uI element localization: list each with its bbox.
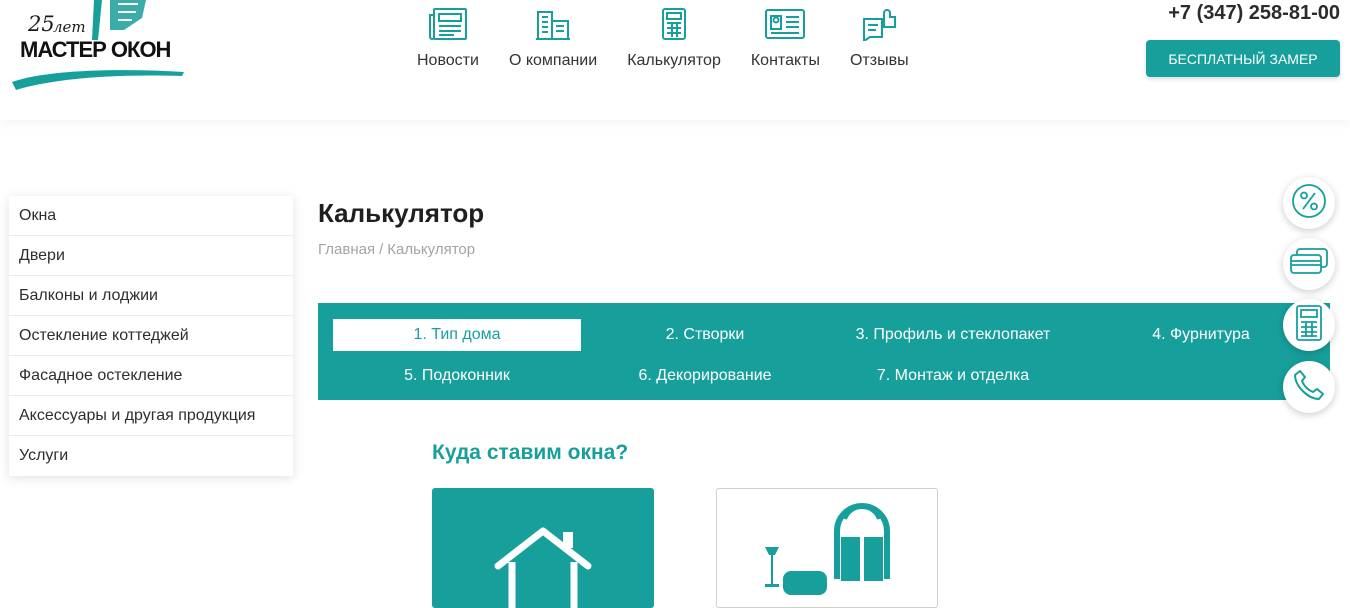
sidebar-item-doors[interactable]: Двери	[9, 236, 293, 276]
sidebar-item-services[interactable]: Услуги	[9, 436, 293, 476]
step-question: Куда ставим окна?	[432, 441, 629, 464]
percent-icon	[1291, 183, 1327, 224]
logo-name: МАСТЕР ОКОН	[20, 37, 171, 62]
nav-label-news: Новости	[417, 52, 479, 69]
sidebar-item-windows[interactable]: Окна	[9, 196, 293, 236]
sidebar-item-balconies[interactable]: Балконы и лоджии	[9, 276, 293, 316]
step-profile-glass[interactable]: 3. Профиль и стеклопакет	[829, 319, 1077, 351]
calculator-icon	[651, 4, 697, 44]
phone-icon	[1292, 368, 1326, 407]
discount-button[interactable]	[1283, 177, 1335, 229]
main-nav: Новости О компании Калькулятор Контакты …	[402, 4, 924, 70]
credit-card-icon	[1289, 247, 1329, 282]
logo-years-word: лет	[53, 18, 86, 36]
buildings-icon	[530, 4, 576, 44]
calculator-steps: 1. Тип дома 2. Створки 3. Профиль и стек…	[318, 303, 1330, 400]
company-logo[interactable]: 25 лет МАСТЕР ОКОН	[6, 0, 186, 95]
free-measurement-button[interactable]: БЕСПЛАТНЫЙ ЗАМЕР	[1146, 40, 1340, 77]
breadcrumb-separator: /	[379, 241, 384, 258]
category-sidebar: Окна Двери Балконы и лоджии Остекление к…	[9, 196, 293, 476]
nav-item-about[interactable]: О компании	[494, 4, 612, 70]
step-windowsill[interactable]: 5. Подоконник	[333, 360, 581, 392]
breadcrumb-current: Калькулятор	[387, 241, 476, 258]
breadcrumb-home-link[interactable]: Главная	[318, 241, 375, 258]
nav-item-contacts[interactable]: Контакты	[736, 4, 835, 70]
breadcrumb: Главная / Калькулятор	[318, 241, 475, 258]
sidebar-item-accessories[interactable]: Аксессуары и другая продукция	[9, 396, 293, 436]
thumbs-up-icon	[856, 4, 902, 44]
apartment-interior-icon	[717, 503, 937, 607]
nav-label-reviews: Отзывы	[849, 52, 909, 69]
step-house-type[interactable]: 1. Тип дома	[333, 319, 581, 351]
calculator-icon	[1295, 304, 1323, 347]
step-sashes[interactable]: 2. Створки	[581, 319, 829, 351]
callback-button[interactable]	[1283, 361, 1335, 413]
site-header: 25 лет МАСТЕР ОКОН Новости О компании Ка…	[0, 0, 1350, 120]
nav-item-news[interactable]: Новости	[402, 4, 494, 70]
option-apartment[interactable]	[716, 488, 938, 608]
header-phone[interactable]: +7 (347) 258-81-00	[1168, 2, 1340, 25]
payment-button[interactable]	[1283, 238, 1335, 290]
newspaper-icon	[425, 4, 471, 44]
house-icon	[432, 527, 654, 608]
nav-label-calculator: Калькулятор	[627, 52, 721, 69]
step-decoration[interactable]: 6. Декорирование	[581, 360, 829, 392]
nav-item-reviews[interactable]: Отзывы	[835, 4, 924, 70]
nav-item-calculator[interactable]: Калькулятор	[612, 4, 736, 70]
contact-card-icon	[762, 4, 808, 44]
nav-label-about: О компании	[508, 52, 598, 69]
page-title: Калькулятор	[318, 198, 485, 228]
sidebar-item-facade-glazing[interactable]: Фасадное остекление	[9, 356, 293, 396]
logo-years-number: 25	[28, 12, 55, 36]
step-installation[interactable]: 7. Монтаж и отделка	[829, 360, 1077, 392]
sidebar-item-cottage-glazing[interactable]: Остекление коттеджей	[9, 316, 293, 356]
nav-label-contacts: Контакты	[750, 52, 820, 69]
calculator-fab-button[interactable]	[1283, 299, 1335, 351]
option-house[interactable]	[432, 488, 654, 608]
